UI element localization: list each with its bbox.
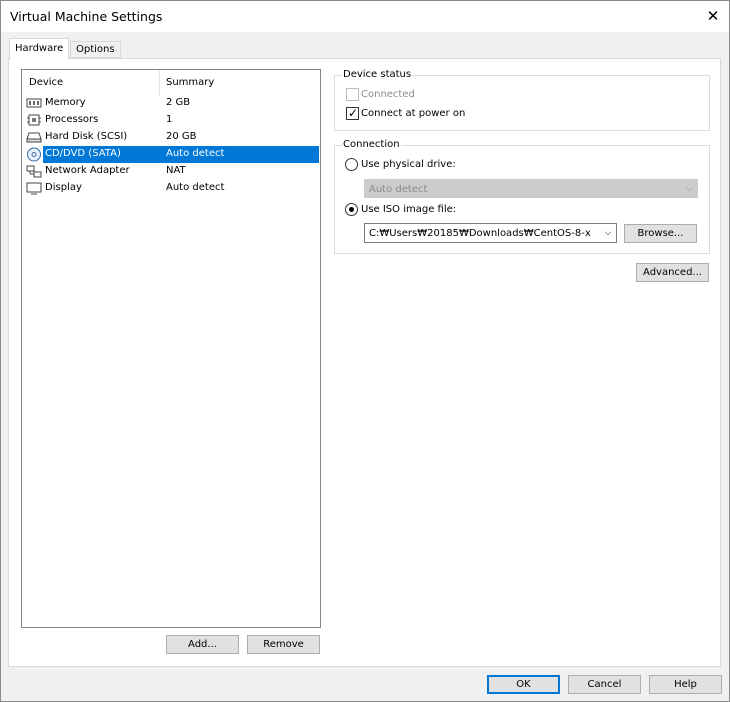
ok-button[interactable]: OK <box>487 675 560 694</box>
connect-at-power-on-checkbox[interactable]: ✓ <box>346 106 359 120</box>
device-status-group <box>334 75 710 131</box>
cd-dvd-icon <box>26 147 42 162</box>
chevron-down-icon: ⌵ <box>685 184 693 194</box>
hard-disk-icon <box>26 130 42 145</box>
display-icon <box>26 181 42 196</box>
device-summary: Auto detect <box>166 182 225 193</box>
chevron-down-icon[interactable]: ⌵ <box>602 227 614 239</box>
device-row-hard-disk[interactable]: Hard Disk (SCSI) 20 GB <box>22 129 319 146</box>
device-summary: NAT <box>166 165 186 176</box>
iso-path-combo[interactable]: C:₩Users₩20185₩Downloads₩CentOS-8-x86_64… <box>364 223 617 243</box>
radio-selected-dot <box>349 207 354 212</box>
device-name: Network Adapter <box>45 165 130 176</box>
use-iso-image-radio[interactable] <box>345 203 358 216</box>
device-name: Display <box>45 182 82 193</box>
device-summary: 1 <box>166 114 173 125</box>
advanced-button[interactable]: Advanced... <box>636 263 709 282</box>
iso-path-value: C:₩Users₩20185₩Downloads₩CentOS-8-x86_64… <box>369 228 591 239</box>
connect-at-power-on-label[interactable]: Connect at power on <box>361 108 465 119</box>
device-row-cd-dvd[interactable]: CD/DVD (SATA) Auto detect <box>22 146 319 163</box>
use-physical-drive-label[interactable]: Use physical drive: <box>361 159 456 170</box>
network-adapter-icon <box>26 164 42 179</box>
tab-options[interactable]: Options <box>70 41 121 58</box>
connection-label: Connection <box>342 139 401 150</box>
device-name: Hard Disk (SCSI) <box>45 131 128 142</box>
device-name: CD/DVD (SATA) <box>45 148 121 159</box>
summary-column-header[interactable]: Summary <box>166 77 214 88</box>
device-row-processors[interactable]: Processors 1 <box>22 112 319 129</box>
device-row-memory[interactable]: Memory 2 GB <box>22 95 319 112</box>
add-device-button[interactable]: Add... <box>166 635 239 654</box>
connected-label[interactable]: Connected <box>361 89 415 100</box>
device-status-label: Device status <box>342 69 413 80</box>
close-icon[interactable]: ✕ <box>698 6 728 26</box>
checkmark-icon: ✓ <box>348 106 359 120</box>
browse-button[interactable]: Browse... <box>624 224 697 243</box>
use-physical-drive-radio[interactable] <box>345 158 358 171</box>
connected-checkbox[interactable] <box>346 88 359 101</box>
tab-hardware[interactable]: Hardware <box>9 38 70 60</box>
device-name: Memory <box>45 97 86 108</box>
cancel-button[interactable]: Cancel <box>568 675 641 694</box>
column-divider <box>159 70 160 96</box>
use-iso-image-label[interactable]: Use ISO image file: <box>361 204 456 215</box>
physical-drive-select[interactable]: Auto detect ⌵ <box>364 179 698 198</box>
window-title: Virtual Machine Settings <box>10 9 163 24</box>
device-column-header[interactable]: Device <box>29 77 63 88</box>
remove-device-button[interactable]: Remove <box>247 635 320 654</box>
physical-drive-value: Auto detect <box>369 184 428 195</box>
device-row-network-adapter[interactable]: Network Adapter NAT <box>22 163 319 180</box>
device-summary: Auto detect <box>166 148 225 159</box>
device-name: Processors <box>45 114 99 125</box>
memory-icon <box>26 96 42 111</box>
device-summary: 2 GB <box>166 97 191 108</box>
processor-icon <box>26 113 42 128</box>
help-button[interactable]: Help <box>649 675 722 694</box>
device-summary: 20 GB <box>166 131 197 142</box>
device-row-display[interactable]: Display Auto detect <box>22 180 319 197</box>
